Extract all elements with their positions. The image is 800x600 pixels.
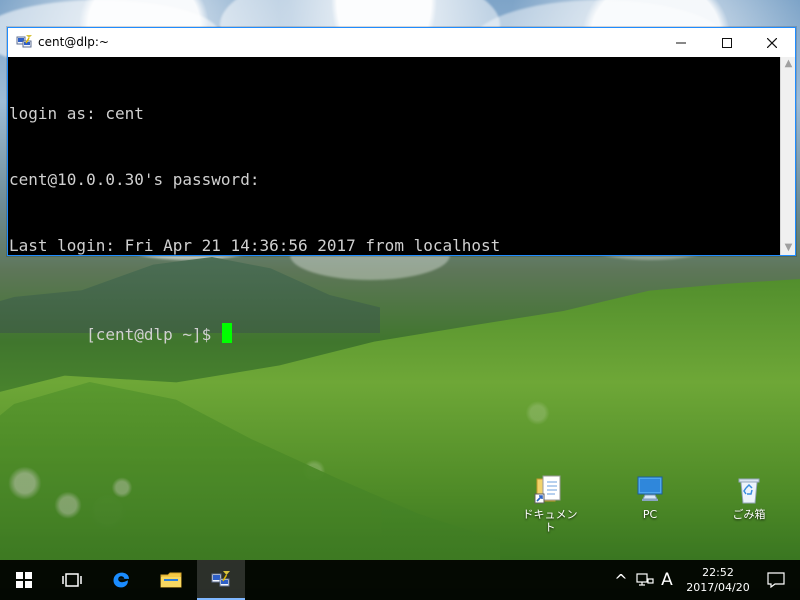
desktop-recycle-bin[interactable]: ごみ箱	[718, 474, 780, 529]
maximize-icon	[722, 37, 732, 48]
network-button[interactable]	[634, 560, 656, 600]
file-explorer-icon	[160, 571, 182, 589]
file-explorer-button[interactable]	[147, 560, 195, 600]
putty-taskbar-button[interactable]	[197, 560, 245, 600]
scroll-up-icon[interactable]: ▲	[783, 57, 794, 71]
terminal-prompt-line: [cent@dlp ~]$	[9, 301, 780, 344]
chevron-up-icon: ^	[614, 570, 628, 590]
show-hidden-icons-button[interactable]: ^	[611, 560, 631, 600]
terminal-prompt: [cent@dlp ~]$	[86, 325, 212, 344]
desktop-icon-label: ドキュメント	[522, 508, 578, 534]
documents-icon	[532, 474, 568, 506]
start-button[interactable]	[0, 560, 48, 600]
terminal-cursor	[222, 323, 233, 343]
desktop-icon-label: PC	[642, 508, 658, 521]
clock-time: 22:52	[702, 566, 734, 579]
ime-indicator[interactable]: A	[656, 560, 678, 600]
clock-date: 2017/04/20	[686, 581, 750, 594]
notification-button[interactable]	[762, 560, 790, 600]
clock[interactable]: 22:52 2017/04/20	[680, 560, 756, 600]
recycle-bin-icon	[731, 474, 767, 506]
minimize-icon	[676, 38, 686, 48]
terminal-output[interactable]: login as: cent cent@10.0.0.30's password…	[8, 57, 780, 344]
windows-start-icon	[16, 572, 32, 588]
minimize-button[interactable]	[658, 28, 704, 57]
desktop-documents-shortcut[interactable]: ドキュメント	[519, 474, 581, 534]
computer-icon	[632, 474, 668, 506]
edge-button[interactable]	[97, 560, 145, 600]
terminal-line: login as: cent	[9, 104, 144, 123]
desktop-icon-label: ごみ箱	[732, 508, 766, 521]
maximize-button[interactable]	[704, 28, 750, 57]
notification-icon	[767, 572, 785, 588]
task-view-button[interactable]	[48, 560, 96, 600]
vertical-scrollbar[interactable]: ▲ ▼	[780, 57, 795, 255]
network-icon	[636, 572, 654, 588]
desktop-pc-shortcut[interactable]: PC	[619, 474, 681, 529]
task-view-icon	[62, 572, 82, 588]
scroll-down-icon[interactable]: ▼	[783, 241, 794, 255]
putty-icon	[211, 571, 231, 589]
window-title: cent@dlp:~	[38, 35, 109, 49]
terminal-window[interactable]: cent@dlp:~ login as: cent cent@10.0.0.30…	[7, 27, 796, 344]
terminal-line: cent@10.0.0.30's password:	[9, 170, 260, 189]
taskbar: ^ A 22:52 2017/04/20	[0, 560, 800, 600]
terminal-line: Last login: Fri Apr 21 14:36:56 2017 fro…	[9, 236, 501, 255]
window-titlebar[interactable]: cent@dlp:~	[8, 28, 795, 57]
edge-icon	[111, 570, 131, 590]
desktop-background: cent@dlp:~ login as: cent cent@10.0.0.30…	[0, 0, 800, 600]
close-button[interactable]	[749, 28, 795, 57]
close-icon	[767, 37, 777, 48]
putty-icon	[16, 35, 33, 49]
